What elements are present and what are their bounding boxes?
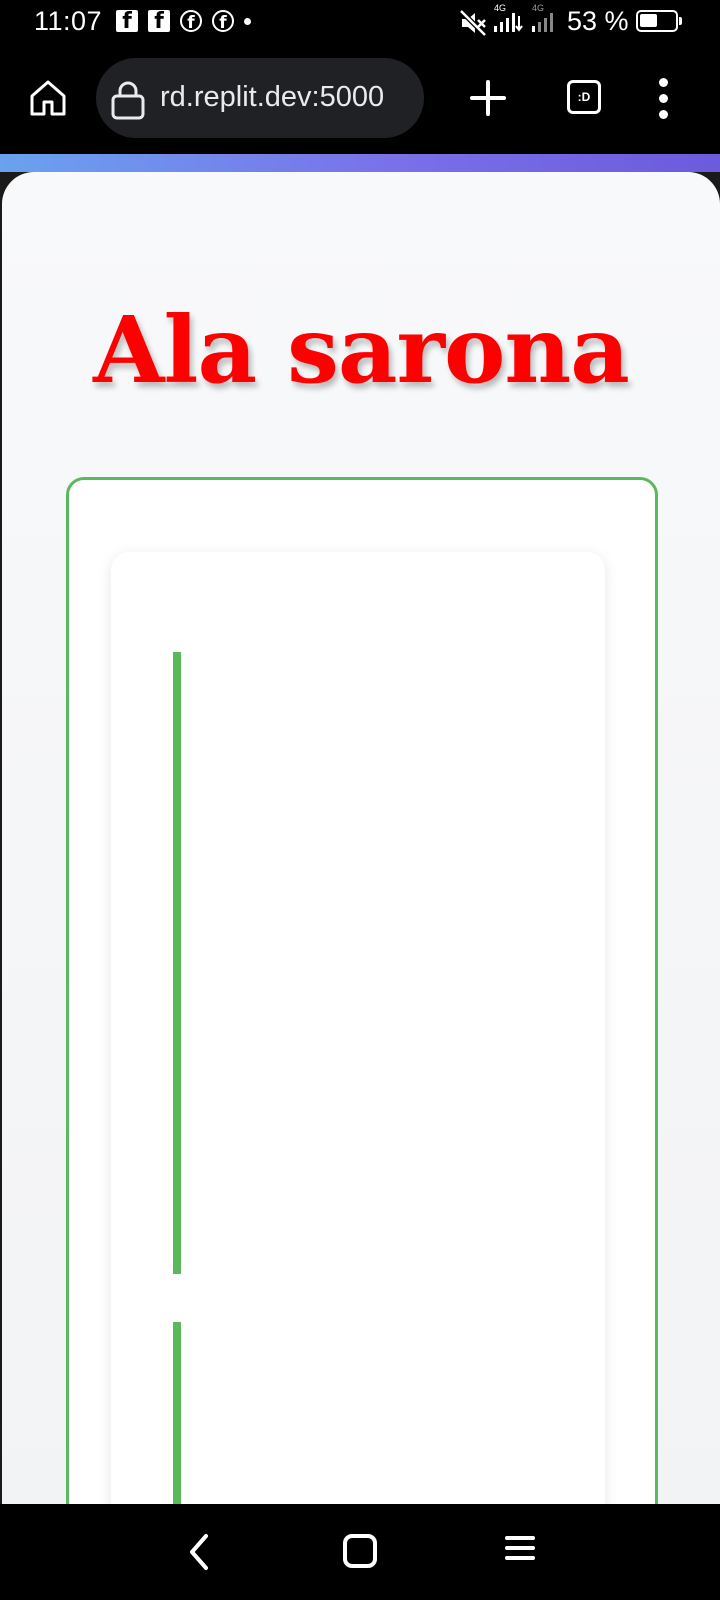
browser-toolbar: rd.replit.dev:5000 :D [0,46,720,154]
signal-icon: 4G [494,3,523,32]
home-icon[interactable] [26,76,70,120]
accent-bar [173,652,181,1274]
lock-icon [111,81,145,120]
network-label: 4G [494,3,506,13]
home-square-icon[interactable] [343,1534,377,1568]
page-card: Ala sarona [2,172,720,1504]
notification-icons: f f f f [116,10,251,34]
facebook-circle-icon: f [212,10,234,33]
plus-icon[interactable] [468,78,508,118]
battery-percent: 53 % [567,6,629,36]
more-vert-icon[interactable] [652,78,676,120]
tabs-button[interactable]: :D [567,80,601,114]
recents-menu-icon[interactable] [505,1534,535,1562]
page-viewport: Ala sarona [0,172,720,1504]
notification-dot-icon [244,17,251,25]
battery-level [640,14,657,27]
status-time: 11:07 [34,6,103,36]
page-title: Ala sarona [93,296,630,404]
url-text[interactable]: rd.replit.dev:5000 [160,81,384,114]
facebook-square-icon: f [116,10,138,34]
content-card [111,552,605,1504]
header-gradient-strip [0,154,720,172]
back-icon[interactable] [180,1532,220,1572]
network-label: 4G [532,3,544,13]
facebook-circle-icon: f [180,10,202,33]
content-container [66,477,658,1504]
system-nav-bar [0,1504,720,1600]
battery-icon [636,10,682,32]
status-bar: 11:07 f f f f 4G 4G 53 % [0,0,720,46]
mute-icon [459,9,487,37]
facebook-square-icon: f [148,10,170,34]
address-bar[interactable]: rd.replit.dev:5000 [96,58,424,138]
signal-icon: 4G [532,3,553,32]
accent-bar [173,1322,181,1504]
